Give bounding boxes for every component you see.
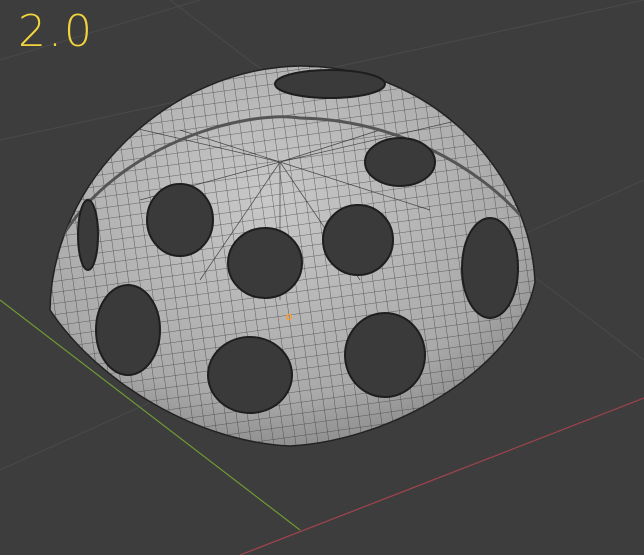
handwritten-annotation: 2.0 — [18, 6, 94, 57]
3d-viewport[interactable]: 2.0 — [0, 0, 644, 555]
viewport-canvas[interactable] — [0, 0, 644, 555]
dome-mesh[interactable] — [0, 0, 644, 555]
